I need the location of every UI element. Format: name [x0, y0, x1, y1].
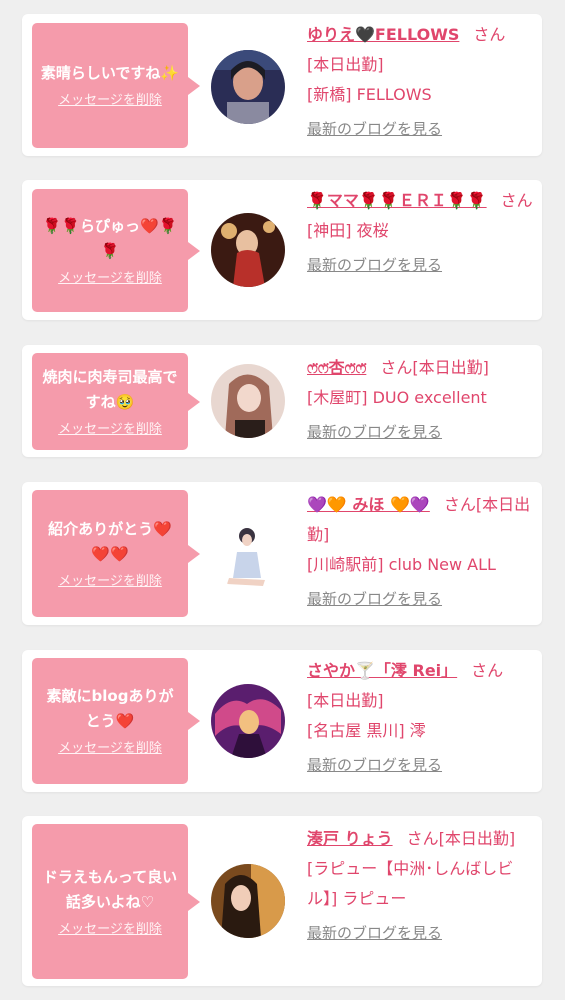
cast-name-link[interactable]: ゆりえ🖤FELLOWS [307, 25, 459, 44]
delete-message-link[interactable]: メッセージを削除 [58, 270, 162, 288]
message-bubble: 素敵にblogありがとう❤️ メッセージを削除 [32, 658, 200, 784]
honorific: さん[本日出勤] [406, 829, 516, 848]
message-text: 焼肉に肉寿司最高ですね🥹 [42, 367, 178, 411]
message-text: ドラえもんって良い話多いよね♡ [42, 867, 178, 911]
delete-message-link[interactable]: メッセージを削除 [58, 740, 162, 758]
message-card: 🌹🌹らぴゅっ❤️🌹🌹 メッセージを削除 🌹ママ🌹🌹ＥＲＩ🌹🌹 さん [神田] 夜桜… [22, 180, 542, 320]
honorific: さん [471, 661, 504, 680]
delete-message-link[interactable]: メッセージを削除 [58, 573, 162, 591]
cast-shop: [新橋] FELLOWS [307, 85, 432, 104]
cast-info: 💜🧡 みほ 🧡💜 さん[本日出勤] [川崎駅前] club New ALL 最新の… [307, 490, 537, 614]
message-text: 紹介ありがとう❤️❤️❤️ [48, 519, 172, 563]
cast-info: 湊戸 りょう さん[本日出勤] [ラピュー【中洲･しんばしビル】] ラピュー 最新… [307, 824, 537, 948]
cast-info: ෆ̈ෆ̈杏ෆ̈ෆ̈ さん[本日出勤] [木屋町] DUO excellent 最新… [307, 353, 537, 447]
message-text: 素敵にblogありがとう❤️ [46, 687, 174, 730]
message-bubble: ドラえもんって良い話多いよね♡ メッセージを削除 [32, 824, 200, 979]
message-bubble: 🌹🌹らぴゅっ❤️🌹🌹 メッセージを削除 [32, 189, 200, 312]
cast-name-link[interactable]: 💜🧡 みほ 🧡💜 [307, 495, 430, 514]
message-card: ドラえもんって良い話多いよね♡ メッセージを削除 湊戸 りょう さん[本日出勤] … [22, 816, 542, 986]
cast-name-link[interactable]: 🌹ママ🌹🌹ＥＲＩ🌹🌹 [307, 191, 487, 210]
cast-shop: [ラピュー【中洲･しんばしビル】] ラピュー [307, 859, 514, 908]
cast-name-link[interactable]: さやか🍸「澪 Rei」 [307, 661, 457, 680]
latest-blog-link[interactable]: 最新のブログを見る [307, 250, 537, 280]
avatar[interactable] [211, 516, 285, 590]
avatar[interactable] [211, 684, 285, 758]
message-card: 焼肉に肉寿司最高ですね🥹 メッセージを削除 ෆ̈ෆ̈杏ෆ̈ෆ̈ さん[本日出勤] … [22, 345, 542, 457]
avatar[interactable] [211, 50, 285, 124]
honorific: さん[本日出勤] [380, 358, 489, 377]
latest-blog-link[interactable]: 最新のブログを見る [307, 114, 537, 144]
cast-status: [本日出勤] [307, 691, 384, 710]
avatar[interactable] [211, 364, 285, 438]
honorific: さん [473, 25, 506, 44]
delete-message-link[interactable]: メッセージを削除 [58, 421, 162, 439]
cast-name-link[interactable]: 湊戸 りょう [307, 829, 393, 848]
cast-info: さやか🍸「澪 Rei」 さん [本日出勤] [名古屋 黒川] 澪 最新のブログを見… [307, 656, 537, 780]
latest-blog-link[interactable]: 最新のブログを見る [307, 584, 537, 614]
latest-blog-link[interactable]: 最新のブログを見る [307, 918, 537, 948]
cast-name-link[interactable]: ෆ̈ෆ̈杏ෆ̈ෆ̈ [307, 358, 366, 377]
delete-message-link[interactable]: メッセージを削除 [58, 92, 162, 110]
message-card: 素晴らしいですね✨ メッセージを削除 ゆりえ🖤FELLOWS さん [本日出勤] … [22, 14, 542, 156]
avatar[interactable] [211, 864, 285, 938]
delete-message-link[interactable]: メッセージを削除 [58, 921, 162, 939]
message-bubble: 紹介ありがとう❤️❤️❤️ メッセージを削除 [32, 490, 200, 617]
cast-info: 🌹ママ🌹🌹ＥＲＩ🌹🌹 さん [神田] 夜桜 最新のブログを見る [307, 186, 537, 280]
cast-info: ゆりえ🖤FELLOWS さん [本日出勤] [新橋] FELLOWS 最新のブログ… [307, 20, 537, 144]
honorific: さん [500, 191, 533, 210]
message-card: 紹介ありがとう❤️❤️❤️ メッセージを削除 💜🧡 みほ 🧡💜 さん[本日出勤] … [22, 482, 542, 625]
message-bubble: 焼肉に肉寿司最高ですね🥹 メッセージを削除 [32, 353, 200, 450]
latest-blog-link[interactable]: 最新のブログを見る [307, 417, 537, 447]
message-text: 🌹🌹らぴゅっ❤️🌹🌹 [42, 216, 178, 260]
message-text: 素晴らしいですね✨ [40, 64, 180, 82]
favorite-message-list: 素晴らしいですね✨ メッセージを削除 ゆりえ🖤FELLOWS さん [本日出勤] … [0, 0, 565, 1000]
cast-shop: [木屋町] DUO excellent [307, 388, 487, 407]
avatar[interactable] [211, 213, 285, 287]
cast-shop: [神田] 夜桜 [307, 221, 389, 240]
message-card: 素敵にblogありがとう❤️ メッセージを削除 さやか🍸「澪 Rei」 さん [本… [22, 650, 542, 792]
cast-shop: [川崎駅前] club New ALL [307, 555, 496, 574]
cast-status: [本日出勤] [307, 55, 384, 74]
latest-blog-link[interactable]: 最新のブログを見る [307, 750, 537, 780]
cast-shop: [名古屋 黒川] 澪 [307, 721, 426, 740]
message-bubble: 素晴らしいですね✨ メッセージを削除 [32, 23, 200, 148]
